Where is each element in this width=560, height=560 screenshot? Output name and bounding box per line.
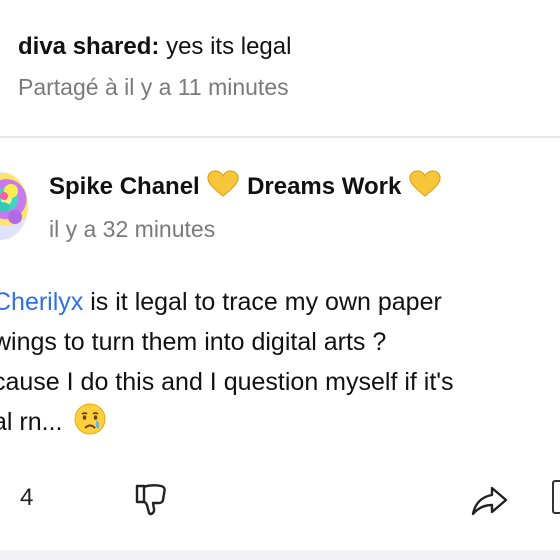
crying-face-icon: [74, 403, 106, 435]
post-body-line: al rn...: [0, 402, 560, 442]
thumbs-down-icon[interactable]: [132, 480, 170, 518]
like-count: 4: [20, 484, 34, 511]
post-body-line: Cherilyx is it legal to trace my own pap…: [0, 282, 560, 322]
shared-notice: diva shared: yes its legal Partagé à il …: [18, 30, 538, 104]
post-body-line: cause I do this and I question myself if…: [0, 368, 454, 396]
yellow-heart-icon: [207, 170, 239, 197]
divider: [0, 136, 560, 138]
mention-link[interactable]: Cherilyx: [0, 288, 83, 316]
share-arrow-icon[interactable]: [470, 482, 510, 518]
post-author[interactable]: Spike Chanel Dreams Work: [49, 170, 442, 204]
avatar[interactable]: [0, 172, 28, 240]
divider: [0, 550, 560, 560]
post-body-line: wings to turn them into digital arts ?: [0, 328, 387, 356]
post-body: Cherilyx is it legal to trace my own pap…: [0, 282, 560, 442]
post-time: il y a 32 minutes: [49, 216, 216, 242]
post-screen: diva shared: yes its legal Partagé à il …: [0, 0, 560, 560]
author-name: Spike Chanel: [49, 173, 200, 200]
shared-time: Partagé à il y a 11 minutes: [18, 74, 289, 100]
author-suffix: Dreams Work: [247, 173, 402, 200]
post-actions: 4: [0, 478, 560, 522]
more-icon[interactable]: [552, 480, 560, 514]
yellow-heart-icon: [409, 170, 441, 197]
shared-message: yes its legal: [166, 33, 292, 60]
shared-user[interactable]: diva shared:: [18, 33, 159, 60]
shared-message-line: diva shared: yes its legal: [18, 30, 538, 64]
